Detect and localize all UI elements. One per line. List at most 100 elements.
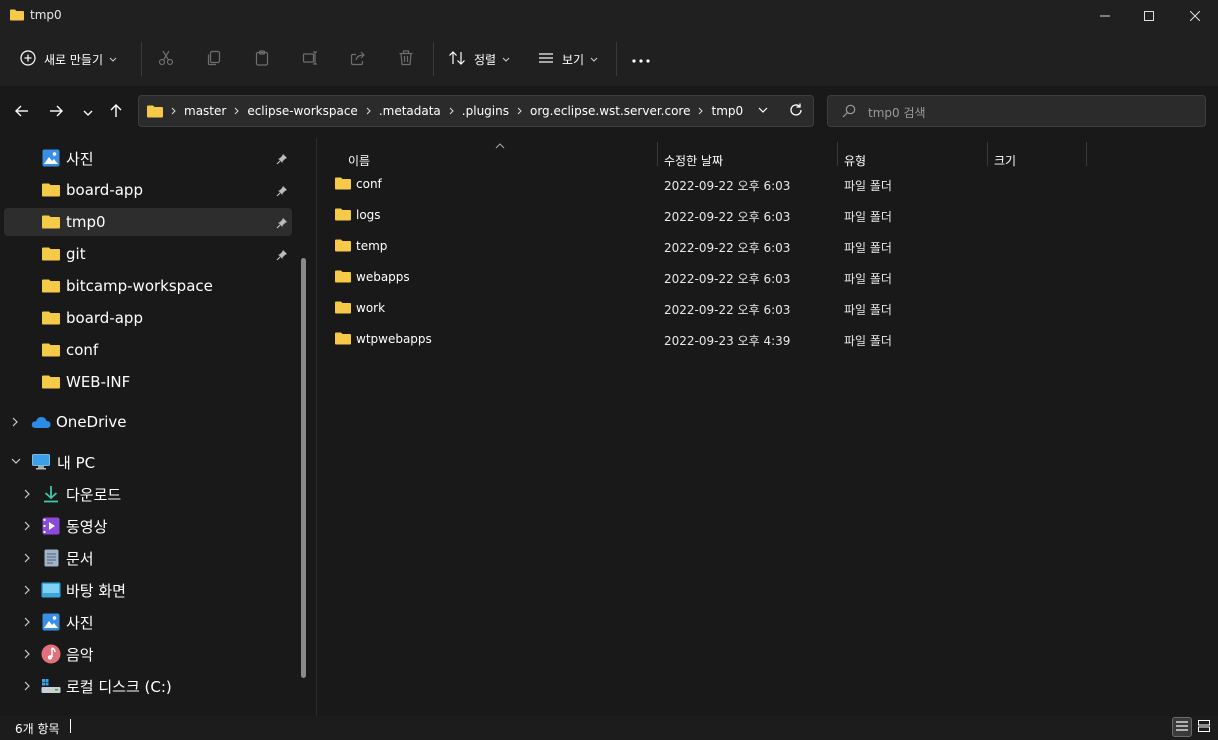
file-row[interactable]: temp 2022-09-22 오후 6:03 파일 폴더 — [329, 231, 1199, 261]
chevron-down-icon[interactable] — [11, 458, 21, 464]
more-options-button[interactable] — [632, 44, 650, 74]
chevron-down-icon — [502, 52, 510, 66]
share-icon — [350, 50, 366, 69]
pin-icon — [276, 183, 288, 201]
breadcrumb-item[interactable]: .metadata — [379, 104, 441, 118]
chevron-right-icon[interactable] — [24, 649, 30, 659]
sidebar-item-local-disk-c[interactable]: 로컬 디스크 (C:) — [4, 672, 292, 700]
delete-button[interactable] — [398, 44, 414, 74]
sidebar-item-downloads[interactable]: 다운로드 — [4, 480, 292, 508]
music-icon — [41, 644, 61, 664]
address-history-dropdown[interactable] — [757, 104, 769, 119]
folder-icon — [10, 9, 24, 24]
column-divider[interactable] — [1086, 142, 1087, 166]
address-bar[interactable]: master eclipse-workspace .metadata .plug… — [138, 95, 814, 127]
sidebar-item-label: 바탕 화면 — [66, 581, 126, 600]
forward-button[interactable] — [44, 100, 68, 124]
file-date: 2022-09-22 오후 6:03 — [664, 210, 791, 224]
breadcrumb-item[interactable]: org.eclipse.wst.server.core — [530, 104, 691, 118]
breadcrumb-item[interactable]: tmp0 — [711, 104, 743, 118]
sidebar-item-desktop[interactable]: 바탕 화면 — [4, 576, 292, 604]
breadcrumb-item[interactable]: master — [184, 104, 226, 118]
folder-icon — [42, 183, 60, 197]
sidebar-item-this-pc[interactable]: 내 PC — [4, 448, 292, 476]
sort-label: 정렬 — [474, 52, 497, 67]
recent-locations-button[interactable] — [76, 100, 100, 124]
column-divider[interactable] — [837, 142, 838, 166]
chevron-right-icon[interactable] — [24, 617, 30, 627]
breadcrumb-item[interactable]: .plugins — [462, 104, 509, 118]
share-button[interactable] — [350, 44, 366, 74]
sidebar-item-label: bitcamp-workspace — [66, 277, 213, 295]
chevron-right-icon[interactable] — [24, 553, 30, 563]
sidebar-item-onedrive[interactable]: OneDrive — [4, 408, 292, 436]
file-date: 2022-09-22 오후 6:03 — [664, 179, 791, 193]
folder-icon — [335, 270, 351, 286]
minimize-button[interactable] — [1082, 0, 1128, 32]
column-divider[interactable] — [657, 142, 658, 166]
column-header-type[interactable]: 유형 — [844, 152, 866, 169]
folder-icon — [42, 247, 60, 261]
chevron-right-icon — [698, 107, 704, 115]
search-placeholder: tmp0 검색 — [868, 106, 926, 120]
title-bar: tmp0 — [0, 0, 1218, 32]
breadcrumb-item[interactable]: eclipse-workspace — [247, 104, 357, 118]
file-name: conf — [356, 177, 382, 191]
sidebar-item-bitcamp-workspace[interactable]: bitcamp-workspace — [4, 272, 292, 300]
tiles-view-icon — [1198, 719, 1210, 735]
chevron-right-icon[interactable] — [24, 489, 30, 499]
search-input[interactable]: tmp0 검색 — [827, 95, 1206, 127]
sidebar-item-conf[interactable]: conf — [4, 336, 292, 364]
sidebar-item-tmp0[interactable]: tmp0 — [4, 208, 292, 236]
rename-button[interactable] — [302, 44, 318, 74]
close-button[interactable] — [1172, 0, 1218, 32]
file-row[interactable]: logs 2022-09-22 오후 6:03 파일 폴더 — [329, 200, 1199, 230]
chevron-right-icon[interactable] — [24, 681, 30, 691]
clipboard-icon — [254, 49, 270, 69]
sidebar-item-pictures[interactable]: 사진 — [4, 144, 292, 172]
sidebar-item-label: 내 PC — [57, 453, 96, 472]
view-button[interactable]: 보기 — [538, 44, 598, 74]
chevron-right-icon — [517, 107, 522, 115]
sidebar-item-music[interactable]: 음악 — [4, 640, 292, 668]
file-name: work — [356, 301, 386, 315]
new-button[interactable]: 새로 만들기 — [20, 44, 117, 74]
sidebar-item-pictures[interactable]: 사진 — [4, 608, 292, 636]
refresh-icon[interactable] — [789, 103, 803, 120]
folder-icon — [335, 301, 351, 317]
sidebar-scrollbar[interactable] — [301, 258, 306, 678]
file-row[interactable]: wtpwebapps 2022-09-23 오후 4:39 파일 폴더 — [329, 324, 1199, 354]
chevron-right-icon[interactable] — [24, 521, 30, 531]
sidebar-item-board-app[interactable]: board-app — [4, 176, 292, 204]
copy-button[interactable] — [206, 44, 222, 74]
sort-button[interactable]: 정렬 — [448, 44, 510, 74]
chevron-right-icon[interactable] — [12, 417, 18, 427]
file-row[interactable]: webapps 2022-09-22 오후 6:03 파일 폴더 — [329, 262, 1199, 292]
cut-button[interactable] — [158, 44, 174, 74]
details-view-button[interactable] — [1172, 717, 1192, 737]
sidebar-item-documents[interactable]: 문서 — [4, 544, 292, 572]
sidebar-item-web-inf[interactable]: WEB-INF — [4, 368, 292, 396]
folder-icon — [42, 279, 60, 293]
file-row[interactable]: conf 2022-09-22 오후 6:03 파일 폴더 — [329, 169, 1199, 199]
up-button[interactable] — [104, 100, 128, 124]
column-header-date[interactable]: 수정한 날짜 — [664, 152, 723, 169]
file-row[interactable]: work 2022-09-22 오후 6:03 파일 폴더 — [329, 293, 1199, 323]
chevron-down-icon — [590, 52, 598, 66]
column-divider[interactable] — [987, 142, 988, 166]
folder-icon — [335, 208, 351, 224]
sidebar-item-board-app[interactable]: board-app — [4, 304, 292, 332]
sidebar-item-label: 동영상 — [66, 517, 108, 536]
maximize-button[interactable] — [1126, 0, 1172, 32]
tiles-view-button[interactable] — [1194, 717, 1214, 737]
column-header-name[interactable]: 이름 — [348, 152, 370, 169]
file-type: 파일 폴더 — [844, 210, 892, 224]
sidebar-item-git[interactable]: git — [4, 240, 292, 268]
column-header-size[interactable]: 크기 — [994, 152, 1016, 169]
back-button[interactable] — [10, 100, 34, 124]
sidebar-item-videos[interactable]: 동영상 — [4, 512, 292, 540]
chevron-right-icon[interactable] — [24, 585, 30, 595]
paste-button[interactable] — [254, 44, 270, 74]
new-label: 새로 만들기 — [44, 52, 104, 67]
folder-icon — [147, 105, 163, 118]
